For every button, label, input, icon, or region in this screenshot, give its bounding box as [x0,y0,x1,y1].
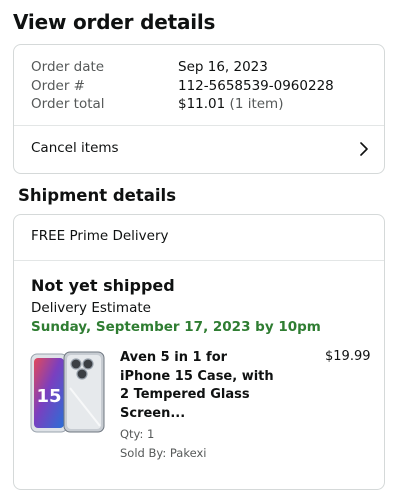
thumb-badge: 15 [36,386,61,407]
order-total-items: (1 item) [229,96,284,112]
order-summary-card: Order date Sep 16, 2023 Order # 112-5658… [13,44,385,174]
cancel-items-button[interactable]: Cancel items [14,126,384,174]
cancel-items-label: Cancel items [31,140,119,156]
page-title: View order details [13,10,216,34]
item-price: $19.99 [325,349,371,364]
delivery-type-label: FREE Prime Delivery [31,228,169,244]
order-date-label: Order date [31,59,105,75]
delivery-estimate-label: Delivery Estimate [31,300,151,316]
order-date-value: Sep 16, 2023 [178,59,268,75]
order-number-label: Order # [31,78,85,94]
shipment-card: FREE Prime Delivery Not yet shipped Deli… [13,214,385,490]
order-total-amount: $11.01 [178,96,226,112]
chevron-right-icon [360,142,368,156]
item-quantity: Qty: 1 [120,427,155,441]
order-total-value: $11.01 (1 item) [178,95,283,113]
divider [14,260,384,261]
shipment-section-title: Shipment details [18,186,177,205]
order-details-page: View order details Order date Sep 16, 20… [0,0,399,500]
item-seller: Sold By: Pakexi [120,446,207,460]
order-number-value: 112-5658539-0960228 [178,78,334,94]
shipment-status: Not yet shipped [31,276,175,295]
item-title-link[interactable]: Aven 5 in 1 for iPhone 15 Case, with 2 T… [120,349,280,423]
delivery-estimate-date: Sunday, September 17, 2023 by 10pm [31,319,321,335]
product-image[interactable]: 15 [30,348,106,436]
order-total-label: Order total [31,96,105,112]
